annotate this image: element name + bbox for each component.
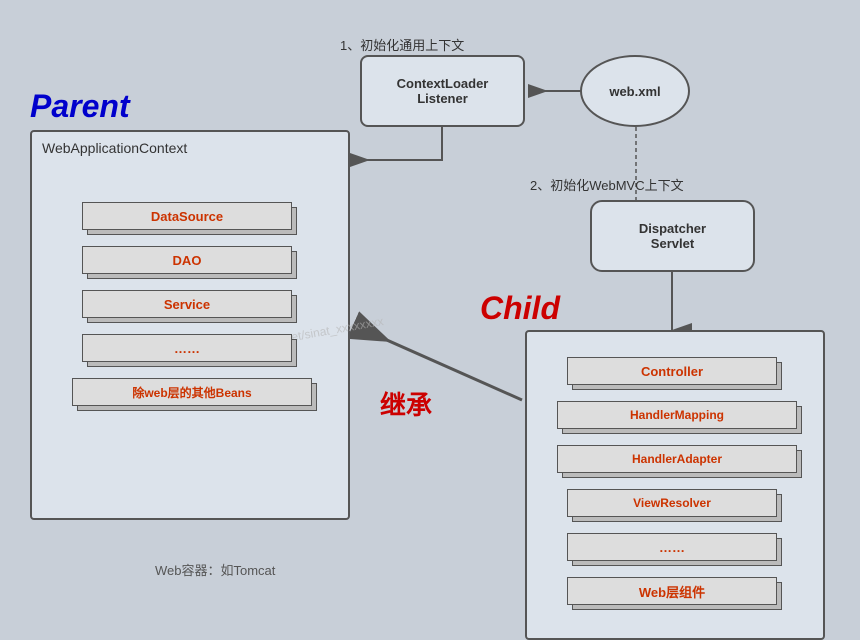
dao-bean: DAO: [82, 246, 302, 280]
ellipsis2-bean: ……: [567, 533, 787, 567]
handler-adapter-label: HandlerAdapter: [557, 445, 797, 473]
view-resolver-bean: ViewResolver: [567, 489, 787, 523]
web-container-label: Web容器：如Tomcat: [155, 560, 275, 579]
inherit-label: 继承: [380, 385, 432, 422]
webapp-context-label: WebApplicationContext: [42, 140, 187, 156]
handler-mapping-label: HandlerMapping: [557, 401, 797, 429]
view-resolver-label: ViewResolver: [567, 489, 777, 517]
handler-mapping-bean: HandlerMapping: [557, 401, 807, 435]
ellipsis-label: ……: [82, 334, 292, 362]
controller-label: Controller: [567, 357, 777, 385]
child-context-box: Controller HandlerMapping HandlerAdapter…: [525, 330, 825, 640]
context-loader-box: ContextLoaderListener: [360, 55, 525, 127]
dao-label: DAO: [82, 246, 292, 274]
service-label: Service: [82, 290, 292, 318]
other-beans-bean: 除web层的其他Beans: [72, 378, 322, 412]
dispatcher-box: DispatcherServlet: [590, 200, 755, 272]
parent-label: Parent: [30, 88, 130, 125]
annotation-init-context: 1、初始化通用上下文: [340, 35, 464, 54]
parent-beans-area: DataSource DAO Service …… 除web层的其他Beans: [72, 192, 312, 422]
child-label: Child: [480, 290, 560, 327]
other-beans-label: 除web层的其他Beans: [72, 378, 312, 406]
ellipsis-bean: ……: [82, 334, 302, 368]
child-beans-area: Controller HandlerMapping HandlerAdapter…: [557, 347, 797, 621]
webxml-oval: web.xml: [580, 55, 690, 127]
dispatcher-text: DispatcherServlet: [639, 221, 706, 251]
webxml-text: web.xml: [609, 84, 660, 99]
service-bean: Service: [82, 290, 302, 324]
annotation-init-mvc: 2、初始化WebMVC上下文: [530, 175, 684, 194]
datasource-label: DataSource: [82, 202, 292, 230]
context-loader-text: ContextLoaderListener: [397, 76, 489, 106]
ellipsis2-label: ……: [567, 533, 777, 561]
web-layer-bean: Web层组件: [567, 577, 787, 611]
handler-adapter-bean: HandlerAdapter: [557, 445, 807, 479]
web-layer-label: Web层组件: [567, 577, 777, 605]
datasource-bean: DataSource: [82, 202, 302, 236]
controller-bean: Controller: [567, 357, 787, 391]
parent-context-box: WebApplicationContext DataSource DAO Ser…: [30, 130, 350, 520]
